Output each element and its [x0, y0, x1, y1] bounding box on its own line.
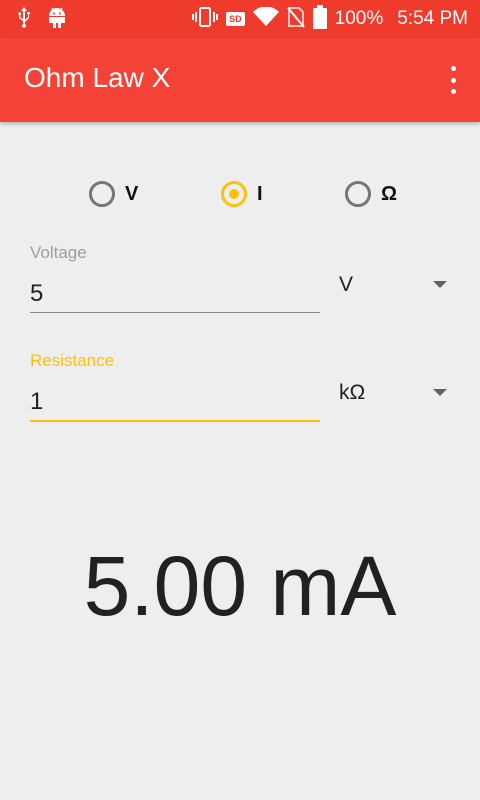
radio-resistance-label: Ω — [381, 182, 398, 205]
voltage-underline — [30, 312, 320, 313]
radio-circle-icon — [345, 181, 371, 207]
resistance-unit-select[interactable]: kΩ — [339, 381, 365, 405]
radio-resistance[interactable]: Ω — [345, 176, 397, 212]
radio-voltage-label: V — [125, 182, 139, 205]
radio-circle-checked-icon — [221, 181, 247, 207]
radio-current-label: I — [257, 182, 263, 205]
voltage-label: Voltage — [30, 243, 87, 262]
app-bar: Ohm Law X — [0, 38, 480, 122]
voltage-input[interactable]: 5 — [30, 280, 43, 308]
usb-icon — [16, 6, 32, 33]
no-sim-icon — [286, 6, 305, 33]
mode-radio-group: V I Ω — [0, 176, 480, 212]
radio-voltage[interactable]: V — [89, 176, 138, 212]
status-bar: SD 100% 5:54 PM — [0, 0, 480, 38]
clock: 5:54 PM — [397, 8, 468, 29]
voltage-dropdown-arrow-icon[interactable] — [433, 281, 447, 288]
vibrate-icon — [192, 6, 219, 33]
radio-current[interactable]: I — [221, 176, 263, 212]
battery-icon — [312, 4, 327, 34]
wifi-icon — [252, 5, 279, 32]
app-title: Ohm Law X — [24, 62, 171, 93]
resistance-input[interactable]: 1 — [30, 388, 43, 416]
radio-circle-icon — [89, 181, 115, 207]
result-value: 5.00 mA — [83, 539, 397, 633]
overflow-menu-icon[interactable] — [446, 66, 460, 94]
resistance-label: Resistance — [30, 351, 115, 370]
android-debug-icon — [46, 5, 68, 34]
resistance-dropdown-arrow-icon[interactable] — [433, 389, 447, 396]
sd-card-icon: SD — [226, 12, 245, 26]
battery-percentage: 100% — [334, 8, 384, 29]
resistance-underline — [30, 420, 320, 422]
voltage-unit-select[interactable]: V — [339, 273, 353, 297]
